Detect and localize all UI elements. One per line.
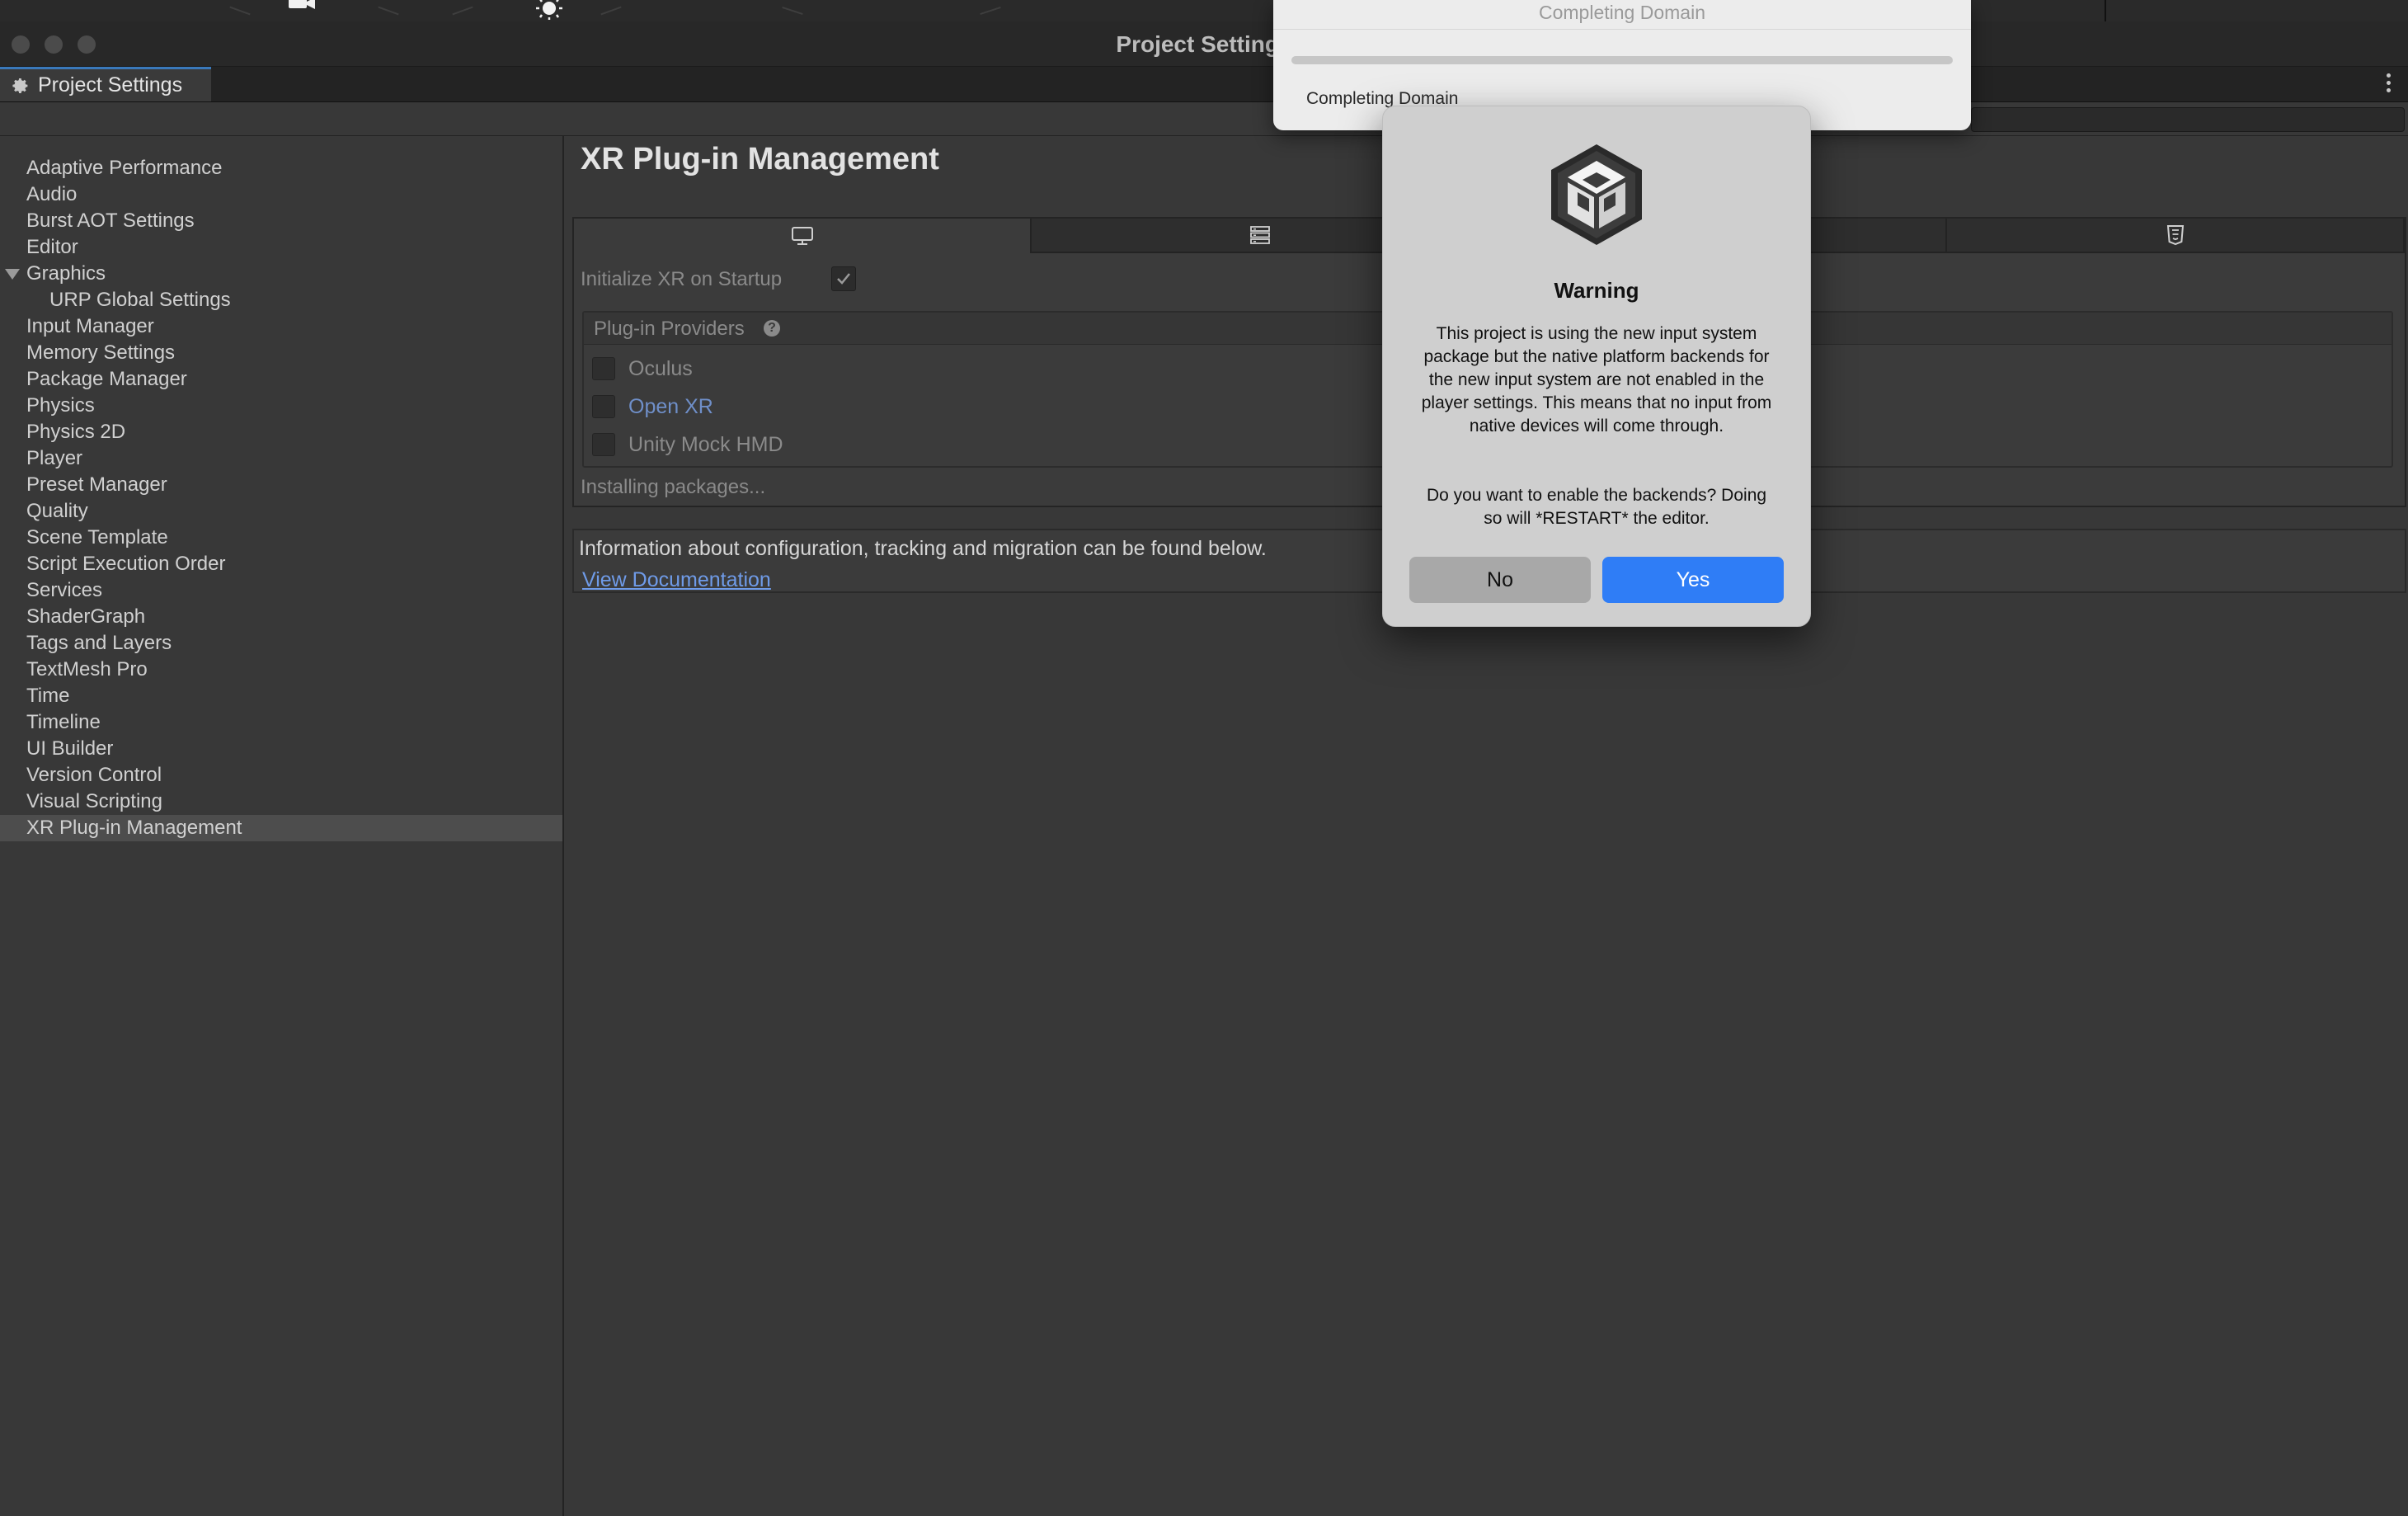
sidebar-item-ui-builder[interactable]: UI Builder xyxy=(0,736,562,762)
sidebar-item-burst-aot-settings[interactable]: Burst AOT Settings xyxy=(0,208,562,234)
sidebar-item-version-control[interactable]: Version Control xyxy=(0,762,562,789)
sidebar-item-physics[interactable]: Physics xyxy=(0,393,562,419)
expand-arrow-icon[interactable] xyxy=(5,269,20,280)
sidebar-item-package-manager[interactable]: Package Manager xyxy=(0,366,562,393)
more-options-icon[interactable] xyxy=(2385,73,2392,95)
divider xyxy=(1273,29,1971,30)
progress-title: Completing Domain xyxy=(1539,2,1705,23)
sidebar-item-timeline[interactable]: Timeline xyxy=(0,709,562,736)
sidebar-item-adaptive-performance[interactable]: Adaptive Performance xyxy=(0,155,562,181)
sidebar-item-preset-manager[interactable]: Preset Manager xyxy=(0,472,562,498)
camera-gizmo-icon xyxy=(289,0,315,9)
provider-label: Oculus xyxy=(628,356,693,380)
provider-label[interactable]: Open XR xyxy=(628,395,713,419)
initialize-xr-checkbox[interactable] xyxy=(831,266,856,291)
initialize-xr-label: Initialize XR on Startup xyxy=(581,268,783,290)
title-bar: Project Settings xyxy=(0,21,2408,67)
server-icon xyxy=(1249,226,1270,244)
provider-oculus[interactable]: Oculus xyxy=(592,354,693,384)
sidebar-item-editor[interactable]: Editor xyxy=(0,234,562,261)
provider-checkbox[interactable] xyxy=(592,357,615,380)
sidebar-item-xr-plug-in-management[interactable]: XR Plug-in Management xyxy=(0,815,562,841)
sidebar-item-services[interactable]: Services xyxy=(0,577,562,604)
sidebar-item-scene-template[interactable]: Scene Template xyxy=(0,525,562,551)
provider-open-xr[interactable]: Open XR xyxy=(592,392,713,421)
yes-button[interactable]: Yes xyxy=(1602,557,1784,603)
unity-logo-icon xyxy=(1551,144,1642,245)
sidebar-item-memory-settings[interactable]: Memory Settings xyxy=(0,340,562,366)
plug-in-providers-label: Plug-in Providers xyxy=(594,318,745,340)
provider-unity-mock-hmd[interactable]: Unity Mock HMD xyxy=(592,430,783,459)
dialog-title: Warning xyxy=(1554,278,1639,303)
progress-bar xyxy=(1291,56,1953,64)
monitor-icon xyxy=(791,227,813,245)
sidebar-item-textmesh-pro[interactable]: TextMesh Pro xyxy=(0,657,562,683)
provider-checkbox[interactable] xyxy=(592,395,615,418)
tab-standalone[interactable] xyxy=(574,219,1032,253)
sidebar-item-input-manager[interactable]: Input Manager xyxy=(0,313,562,340)
window-title: Project Settings xyxy=(1116,31,1292,57)
view-documentation-link[interactable]: View Documentation xyxy=(582,568,771,592)
sidebar-item-urp-global-settings[interactable]: URP Global Settings xyxy=(0,287,562,313)
checkmark-icon xyxy=(837,273,850,285)
sidebar-item-tags-and-layers[interactable]: Tags and Layers xyxy=(0,630,562,657)
search-row xyxy=(0,102,2408,136)
sidebar-item-time[interactable]: Time xyxy=(0,683,562,709)
no-button[interactable]: No xyxy=(1409,557,1591,603)
tab-project-settings[interactable]: Project Settings xyxy=(0,67,211,101)
help-icon[interactable]: ? xyxy=(764,320,780,337)
provider-label: Unity Mock HMD xyxy=(628,432,783,456)
sidebar-item-quality[interactable]: Quality xyxy=(0,498,562,525)
sidebar-item-audio[interactable]: Audio xyxy=(0,181,562,208)
info-text: Information about configuration, trackin… xyxy=(579,537,1267,560)
dialog-question: Do you want to enable the backends? Doin… xyxy=(1426,486,1767,528)
page-title: XR Plug-in Management xyxy=(581,142,939,177)
dialog-message: This project is using the new input syst… xyxy=(1421,324,1772,435)
tab-label: Project Settings xyxy=(38,73,183,97)
provider-checkbox[interactable] xyxy=(592,433,615,456)
installing-status: Installing packages... xyxy=(581,476,766,498)
tab-bar: Project Settings xyxy=(0,67,2408,102)
sidebar-item-shadergraph[interactable]: ShaderGraph xyxy=(0,604,562,630)
tab-webgl[interactable] xyxy=(1947,219,2405,253)
sidebar-item-physics-2d[interactable]: Physics 2D xyxy=(0,419,562,445)
sidebar-item-visual-scripting[interactable]: Visual Scripting xyxy=(0,789,562,815)
scene-view-strip xyxy=(0,0,2408,22)
search-input[interactable] xyxy=(1971,107,2405,132)
html5-icon xyxy=(2166,225,2184,246)
sidebar-item-label: Graphics xyxy=(26,262,106,285)
gear-icon xyxy=(12,78,28,93)
light-gizmo-icon xyxy=(536,0,562,20)
settings-sidebar: Adaptive Performance Audio Burst AOT Set… xyxy=(0,136,564,1516)
sidebar-item-script-execution-order[interactable]: Script Execution Order xyxy=(0,551,562,577)
warning-dialog: Warning This project is using the new in… xyxy=(1382,106,1811,627)
sidebar-item-graphics[interactable]: Graphics xyxy=(0,261,562,287)
sidebar-item-player[interactable]: Player xyxy=(0,445,562,472)
